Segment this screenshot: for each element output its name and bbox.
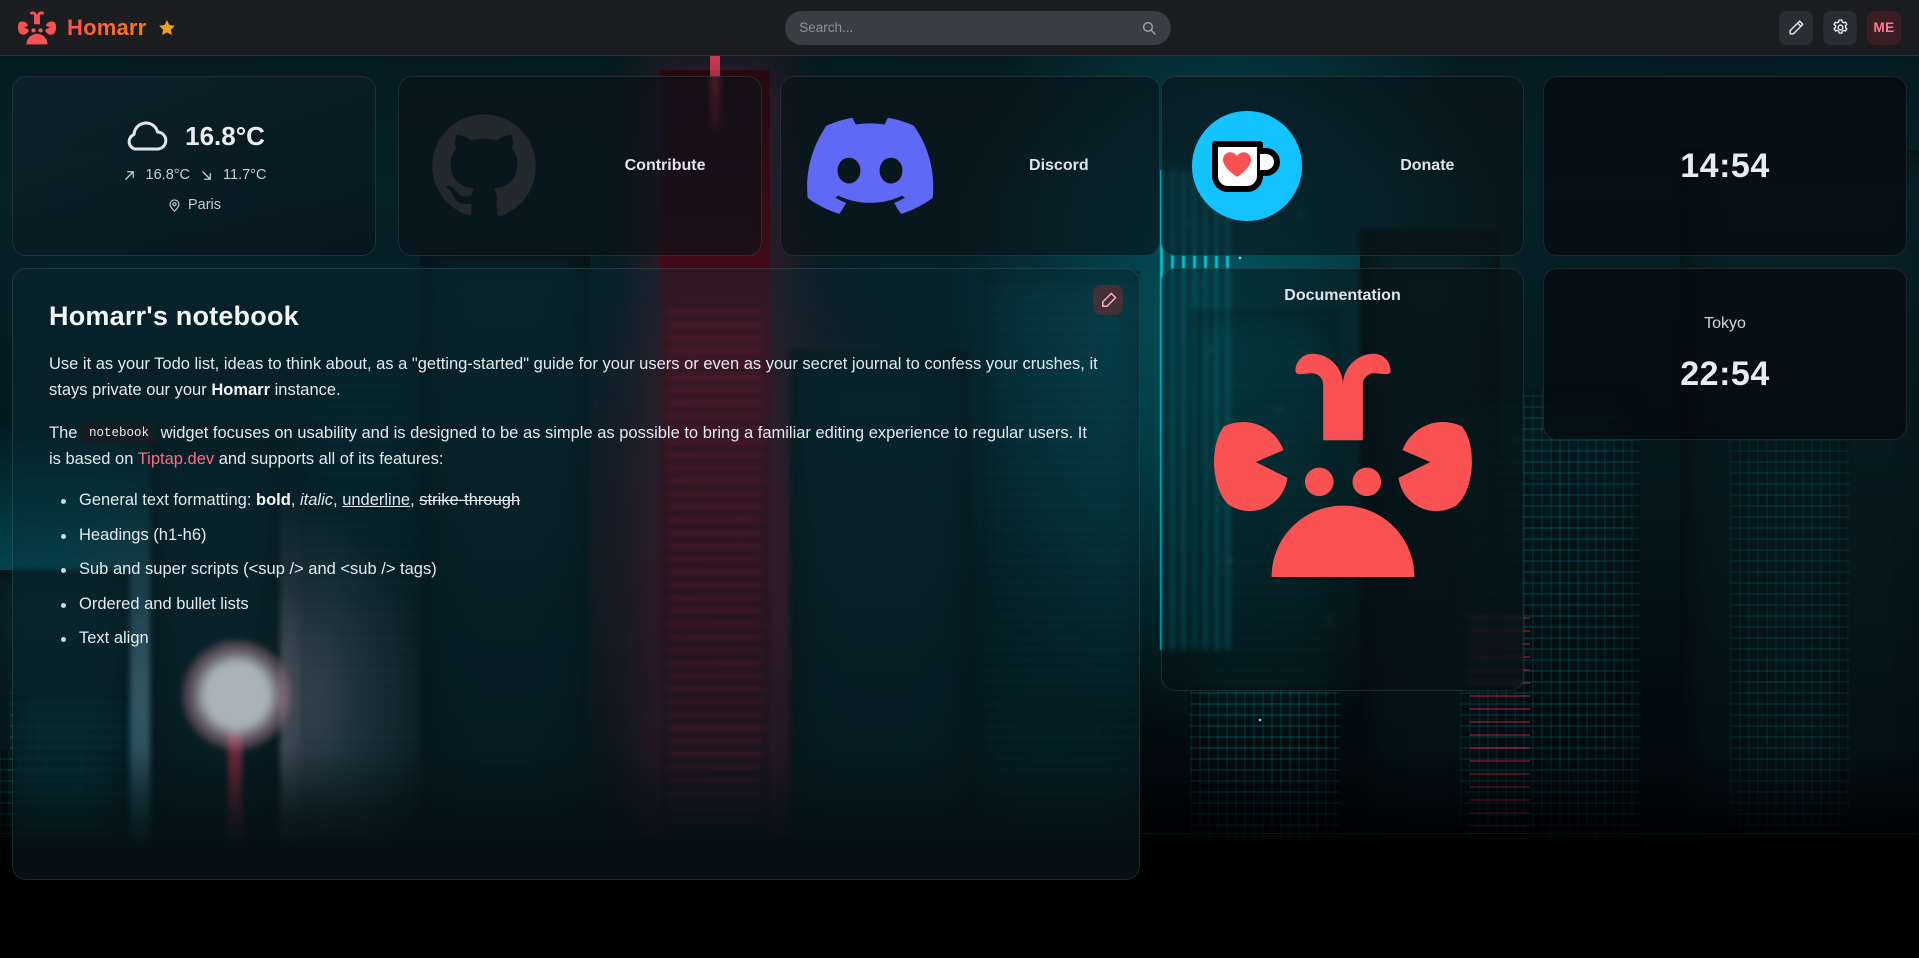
notebook-title: Homarr's notebook <box>49 301 299 331</box>
notebook-p2-part-c: and supports all of its features: <box>214 449 444 468</box>
notebook-feature-list: General text formatting: bold, italic, u… <box>49 490 1103 649</box>
app-tile-label-contribute: Contribute <box>624 157 706 174</box>
app-tile-label-discord: Discord <box>1029 157 1089 174</box>
list-item: Headings (h1-h6) <box>49 525 1103 546</box>
edit-pencil-icon <box>1788 20 1804 35</box>
star-icon <box>159 19 176 35</box>
notebook-p1-part-b: instance. <box>270 380 341 399</box>
header-actions: ME <box>1779 10 1901 45</box>
weather-location: Paris <box>167 197 221 213</box>
list-item: Text align <box>49 628 1103 649</box>
notebook-p1-part-a: Use it as your Todo list, ideas to think… <box>49 355 1098 399</box>
clock-widget-local[interactable]: 14:54 <box>1543 76 1907 256</box>
tiptap-link[interactable]: Tiptap.dev <box>138 450 214 468</box>
notebook-widget: Homarr's notebook Use it as your Todo li… <box>12 268 1140 880</box>
gear-icon <box>1832 19 1848 34</box>
map-pin-icon <box>169 198 180 212</box>
feature-4-text: Text align <box>79 629 149 647</box>
list-item: Sub and super scripts (<sup /> and <sub … <box>49 559 1103 580</box>
discord-icon-box <box>781 117 959 215</box>
search-icon[interactable] <box>1141 20 1157 36</box>
cloud-icon <box>127 121 168 151</box>
feature-0-sep1: , <box>290 491 300 510</box>
feature-3-text: Ordered and bullet lists <box>79 594 249 613</box>
list-item: Ordered and bullet lists <box>49 594 1103 615</box>
user-avatar[interactable]: ME <box>1867 10 1901 45</box>
kofi-cup-heart-icon <box>1191 111 1302 221</box>
search-area <box>177 10 1779 45</box>
github-icon <box>432 114 536 217</box>
weather-current: 16.8°C <box>123 119 265 153</box>
search-box[interactable] <box>785 10 1172 45</box>
list-item: General text formatting: bold, italic, u… <box>49 490 1103 511</box>
app-tile-donate[interactable]: Donate <box>1161 76 1524 256</box>
notebook-paragraph-1: Use it as your Todo list, ideas to think… <box>49 352 1103 403</box>
notebook-paragraph-2: The notebook widget focuses on usability… <box>49 421 1103 472</box>
feature-1-text: Headings (h1-h6) <box>79 525 207 544</box>
clock-time-local: 14:54 <box>1680 146 1770 185</box>
clock-widget-tokyo[interactable]: Tokyo 22:54 <box>1543 268 1907 440</box>
app-header: Homarr ME <box>0 0 1919 56</box>
feature-0-sep3: , <box>410 491 420 510</box>
feature-0-underline: underline <box>342 491 411 510</box>
weather-max-temp: 16.8°C <box>145 167 191 183</box>
homarr-crab-logo-icon <box>18 10 56 44</box>
arrow-up-right-icon <box>124 170 134 180</box>
feature-0-prefix: General text formatting: <box>79 491 256 510</box>
notebook-p1-bold: Homarr <box>211 380 271 399</box>
edit-dashboard-button[interactable] <box>1779 10 1813 45</box>
donate-icon-box <box>1162 111 1332 221</box>
brand[interactable]: Homarr <box>18 10 177 45</box>
clock-time-tokyo: 22:54 <box>1680 354 1770 393</box>
app-tile-label-donate: Donate <box>1400 157 1455 174</box>
notebook-inline-code: notebook <box>82 423 157 444</box>
feature-0-bold: bold <box>256 491 291 510</box>
feature-2-text: Sub and super scripts (<sup /> and <sub … <box>79 560 437 579</box>
app-tile-label-documentation: Documentation <box>1284 287 1401 304</box>
weather-min-temp: 11.7°C <box>223 167 267 183</box>
app-tile-discord[interactable]: Discord <box>780 76 1160 256</box>
edit-square-pencil-icon <box>1101 292 1116 307</box>
search-input[interactable] <box>799 20 1142 35</box>
dashboard-board: 16.8°C 16.8°C 11.7°C Paris Contribute Di… <box>0 56 1919 958</box>
notebook-p2-part-a: The <box>49 424 83 443</box>
feature-0-strike: strike-through <box>419 491 521 510</box>
feature-0-sep2: , <box>333 491 343 510</box>
weather-widget[interactable]: 16.8°C 16.8°C 11.7°C Paris <box>12 76 376 256</box>
settings-button[interactable] <box>1823 10 1857 45</box>
weather-temperature: 16.8°C <box>185 120 265 151</box>
contribute-icon-box <box>399 112 569 220</box>
homarr-crab-logo-icon <box>1213 353 1472 578</box>
brand-name: Homarr <box>67 14 147 40</box>
weather-min-max: 16.8°C 11.7°C <box>122 167 267 183</box>
notebook-edit-button[interactable] <box>1093 285 1123 315</box>
app-tile-documentation[interactable]: Documentation <box>1161 268 1524 691</box>
clock-city-tokyo: Tokyo <box>1704 314 1746 332</box>
arrow-down-right-icon <box>202 170 211 180</box>
feature-0-italic: italic <box>300 491 334 510</box>
discord-icon <box>806 117 934 214</box>
app-tile-contribute[interactable]: Contribute <box>398 76 762 256</box>
weather-city-name: Paris <box>187 197 222 213</box>
